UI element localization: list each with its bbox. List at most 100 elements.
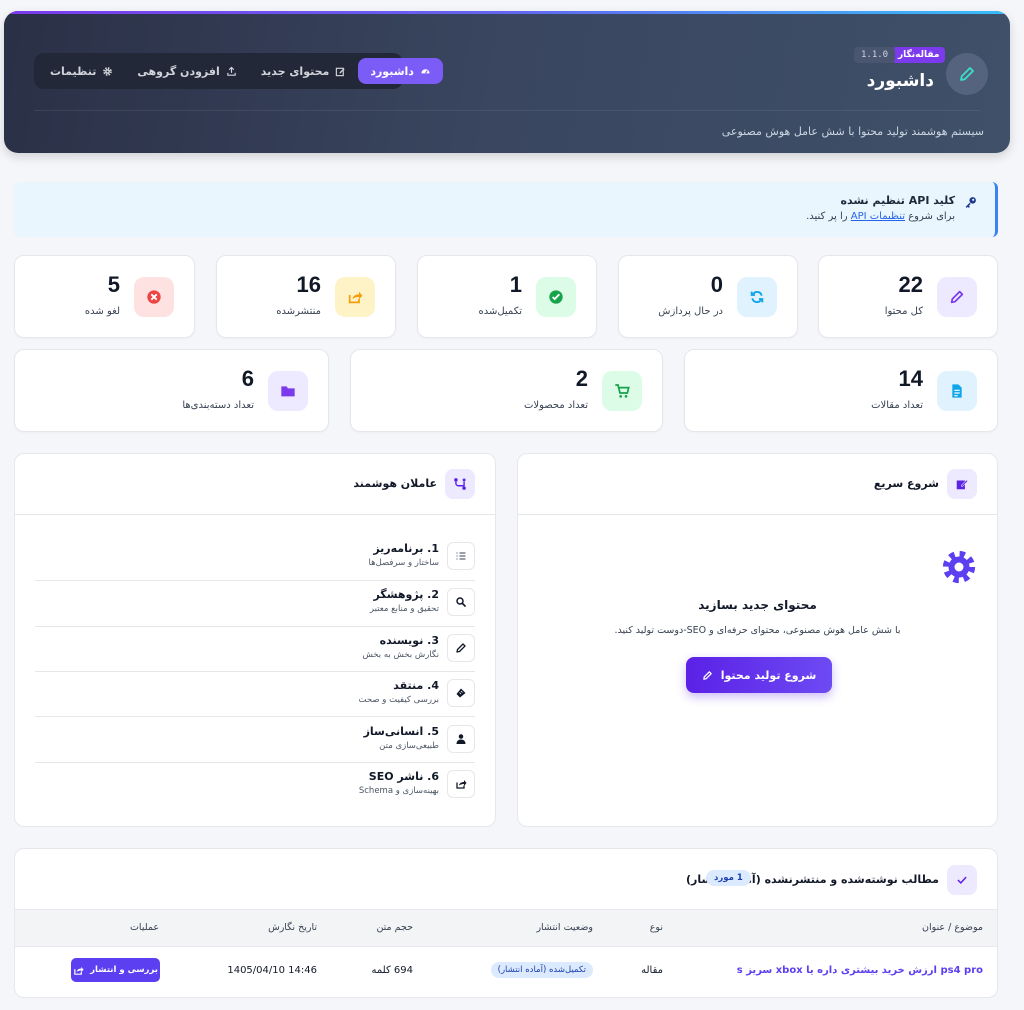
key-icon [964, 194, 977, 213]
agent-item-planner: 1. برنامه‌ریز ساختار و سرفصل‌ها [35, 534, 475, 580]
stat-value: 14 [898, 366, 923, 391]
col-title: موضوع / عنوان [922, 922, 983, 933]
check-circle-icon [549, 290, 563, 304]
check-icon [957, 876, 967, 885]
review-publish-button[interactable]: بررسی و انتشار [71, 958, 160, 982]
nav-new-content[interactable]: محتوای جدید [249, 58, 359, 84]
stat-card-categories: 6 تعداد دسته‌بندی‌ها [14, 349, 329, 432]
stat-value: 16 [296, 272, 321, 297]
main-nav: تنظیمات افزودن گروهی محتوای جدید داشبورد [34, 53, 443, 89]
version-badge: 1.1.0 [854, 47, 896, 63]
stat-card-products: 2 تعداد محصولات [350, 349, 663, 432]
quick-start-heading: محتوای جدید بسازید [698, 598, 817, 612]
app-logo [946, 53, 988, 95]
user-icon [456, 734, 466, 744]
quick-start-title: شروع سریع [873, 477, 939, 490]
panel-icon-bg [445, 469, 475, 499]
stat-label: تکمیل‌شده [478, 306, 522, 317]
stat-value: 22 [898, 272, 923, 297]
sync-icon [750, 290, 764, 304]
stat-icon-bg [134, 277, 174, 317]
stat-label: در حال پردازش [658, 306, 723, 317]
agent-name: 4. منتقد [393, 679, 439, 692]
stat-value: 6 [241, 366, 254, 391]
stat-card-total: 22 کل محتوا [818, 255, 998, 338]
agent-icon-box [447, 725, 475, 753]
pen-icon [456, 643, 466, 653]
stat-label: منتشرشده [276, 306, 321, 317]
agent-icon-box [447, 634, 475, 662]
pencil-icon [950, 290, 964, 304]
nav-settings-label: تنظیمات [50, 64, 97, 78]
nav-bulk-add[interactable]: افزودن گروهی [125, 58, 248, 84]
folder-icon [281, 386, 295, 397]
stat-icon-bg [937, 371, 977, 411]
agent-name: 3. نویسنده [379, 634, 439, 647]
agent-name: 6. ناشر SEO [368, 770, 439, 783]
stat-icon-bg [536, 277, 576, 317]
stat-value: 1 [509, 272, 522, 297]
stat-icon-bg [602, 371, 642, 411]
ready-posts-count-badge: 1 مورد [706, 870, 751, 886]
agent-desc: ساختار و سرفصل‌ها [368, 558, 440, 568]
header-accent-line [4, 11, 1010, 14]
agent-item-critic: 4. منتقد بررسی کیفیت و صحت [35, 671, 475, 717]
nav-settings[interactable]: تنظیمات [38, 58, 125, 84]
gear-icon [103, 66, 113, 76]
ready-posts-panel: مطالب نوشته‌شده و منتشرنشده (آماده انتشا… [14, 848, 998, 998]
nav-dashboard[interactable]: داشبورد [358, 58, 443, 84]
quick-start-text: با شش عامل هوش مصنوعی، محتوای حرفه‌ای و … [614, 625, 901, 636]
col-size: حجم متن [376, 922, 413, 933]
agent-item-seo-publisher: 6. ناشر SEO بهینه‌سازی و Schema [35, 762, 475, 808]
alert-title: کلید API تنظیم نشده [840, 194, 955, 207]
agent-desc: نگارش بخش به بخش [362, 650, 439, 660]
panel-divider [15, 514, 495, 515]
review-publish-label: بررسی و انتشار [90, 965, 158, 975]
agent-desc: بهینه‌سازی و Schema [358, 786, 439, 796]
api-settings-link[interactable]: تنظیمات API [851, 211, 905, 222]
agent-icon-box [447, 770, 475, 798]
panel-icon-bg [947, 469, 977, 499]
quick-start-panel: شروع سریع محتوای جدید بسازید با شش عامل … [517, 453, 998, 827]
row-type: مقاله [641, 965, 663, 976]
page-header: مقاله‌نگار 1.1.0 داشبورد سیستم هوشمند تو… [4, 11, 1010, 153]
alert-text: برای شروع تنظیمات API را پر کنید. [806, 211, 955, 222]
list-icon [456, 552, 466, 560]
col-date: تاریخ نگارش [268, 922, 317, 933]
stat-icon-bg [737, 277, 777, 317]
agents-title: عاملان هوشمند [353, 477, 437, 490]
share-icon [74, 966, 84, 975]
pencil-icon [960, 67, 974, 81]
document-icon [952, 384, 962, 398]
stat-card-completed: 1 تکمیل‌شده [417, 255, 597, 338]
gear-icon [941, 549, 977, 585]
header-divider [34, 110, 980, 111]
stamp-icon [456, 688, 466, 698]
stat-card-articles: 14 تعداد مقالات [684, 349, 998, 432]
share-icon [456, 780, 467, 789]
cart-icon [615, 384, 630, 398]
agent-desc: طبیعی‌سازی متن [379, 741, 439, 751]
page-subtitle: سیستم هوشمند تولید محتوا با شش عامل هوش … [721, 125, 984, 138]
stat-label: تعداد مقالات [871, 400, 923, 411]
stat-label: کل محتوا [884, 306, 923, 317]
stat-label: لغو شده [84, 306, 120, 317]
agent-name: 2. پژوهشگر [373, 588, 439, 601]
row-title-link[interactable]: ps4 pro ارزش خرید بیشتری داره یا xbox سر… [737, 965, 983, 976]
agent-name: 1. برنامه‌ریز [373, 542, 439, 555]
col-actions: عملیات [129, 922, 159, 933]
workflow-icon [454, 478, 466, 490]
share-icon [348, 291, 363, 304]
search-icon [456, 597, 467, 608]
panel-icon-bg [947, 865, 977, 895]
agents-panel: عاملان هوشمند 1. برنامه‌ریز ساختار و سرف… [14, 453, 496, 827]
pencil-icon [702, 670, 712, 680]
stat-label: تعداد محصولات [523, 400, 588, 411]
agent-desc: تحقیق و منابع معتبر [369, 604, 439, 614]
nav-new-content-label: محتوای جدید [260, 64, 330, 78]
stat-icon-bg [335, 277, 375, 317]
status-badge: تکمیل‌شده (آماده انتشار) [490, 962, 593, 978]
edit-icon [956, 479, 969, 490]
agent-item-writer: 3. نویسنده نگارش بخش به بخش [35, 626, 475, 672]
start-content-button[interactable]: شروع تولید محتوا [686, 657, 832, 693]
